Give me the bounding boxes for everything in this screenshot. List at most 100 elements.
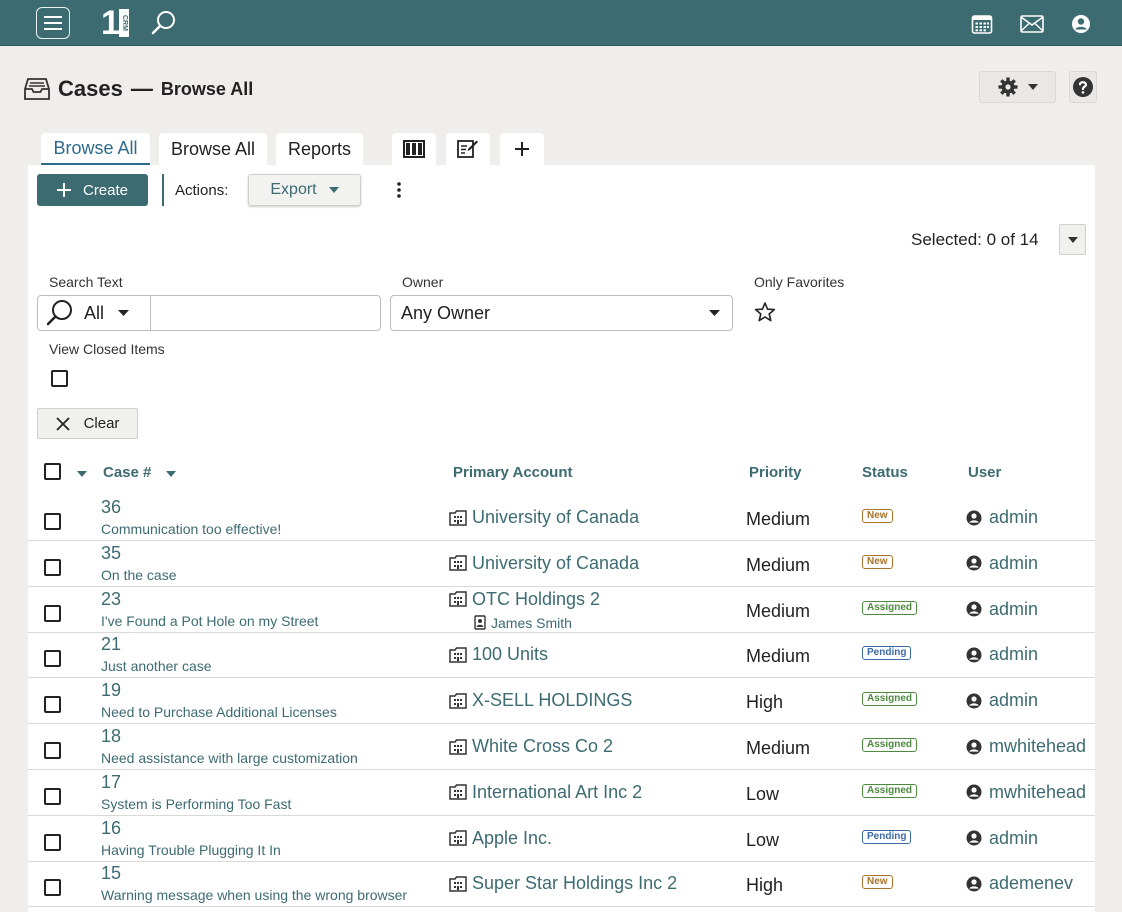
select-all-checkbox[interactable]: [44, 463, 61, 480]
row-checkbox[interactable]: [44, 696, 61, 714]
user-link[interactable]: ademenev: [966, 873, 1073, 894]
table-row[interactable]: 18 Need assistance with large customizati…: [28, 724, 1095, 770]
cases-inbox-icon: [24, 78, 50, 100]
column-header-primary-account[interactable]: Primary Account: [453, 464, 572, 481]
sort-desc-icon[interactable]: [166, 471, 176, 477]
user-link[interactable]: mwhitehead: [966, 782, 1086, 803]
row-checkbox[interactable]: [44, 513, 61, 530]
app-logo[interactable]: 1 CRM: [98, 6, 132, 40]
help-button[interactable]: [1069, 71, 1097, 103]
case-number-link[interactable]: 16: [101, 818, 121, 839]
column-header-user[interactable]: User: [968, 464, 1001, 481]
case-number-link[interactable]: 23: [101, 589, 121, 610]
account-building-icon: [449, 647, 467, 663]
tab-reports[interactable]: Reports: [276, 133, 363, 165]
column-header-status[interactable]: Status: [862, 464, 908, 481]
table-row[interactable]: 35 On the case University of Canada Medium N…: [28, 541, 1095, 587]
create-button[interactable]: Create: [37, 174, 148, 206]
case-subject-link[interactable]: Just another case: [101, 658, 212, 674]
account-link[interactable]: White Cross Co 2: [449, 736, 613, 757]
account-link[interactable]: International Art Inc 2: [449, 782, 642, 803]
kebab-menu-icon: [397, 182, 401, 198]
clear-filters-button[interactable]: Clear: [37, 408, 138, 439]
case-subject-link[interactable]: On the case: [101, 567, 177, 583]
user-link[interactable]: admin: [966, 828, 1038, 849]
account-link[interactable]: X-SELL HOLDINGS: [449, 690, 632, 711]
case-subject-link[interactable]: I've Found a Pot Hole on my Street: [101, 613, 318, 629]
case-number-link[interactable]: 19: [101, 680, 121, 701]
user-link[interactable]: admin: [966, 599, 1038, 620]
calendar-button[interactable]: [968, 10, 996, 38]
user-link[interactable]: admin: [966, 690, 1038, 711]
table-row[interactable]: 36 Communication too effective! University…: [28, 495, 1095, 541]
account-name: University of Canada: [472, 507, 640, 527]
star-outline-icon[interactable]: [754, 301, 776, 323]
table-row[interactable]: 21 Just another case 100 Units Medium Pendin…: [28, 632, 1095, 679]
account-link[interactable]: University of Canada: [449, 553, 639, 574]
account-link[interactable]: Apple Inc.: [449, 828, 552, 849]
more-actions-button[interactable]: [392, 178, 406, 202]
settings-dropdown-button[interactable]: [979, 71, 1056, 103]
mail-button[interactable]: [1017, 10, 1047, 38]
case-subject-link[interactable]: System is Performing Too Fast: [101, 796, 291, 812]
case-number-link[interactable]: 17: [101, 772, 121, 793]
account-name: Super Star Holdings Inc 2: [472, 873, 678, 894]
view-closed-items-checkbox[interactable]: [51, 370, 68, 387]
tab-add[interactable]: [500, 133, 544, 165]
user-link[interactable]: admin: [966, 553, 1038, 574]
owner-select[interactable]: Any Owner: [390, 295, 733, 331]
hamburger-menu-button[interactable]: [36, 7, 70, 39]
contact-link[interactable]: James Smith: [474, 615, 572, 631]
case-subject-link[interactable]: Warning message when using the wrong bro…: [101, 887, 407, 903]
create-button-label: Create: [82, 181, 129, 199]
user-link[interactable]: admin: [966, 507, 1038, 528]
table-row[interactable]: 15 Warning message when using the wrong b…: [28, 861, 1095, 908]
status-badge: Pending: [862, 646, 912, 661]
global-search-button[interactable]: [150, 9, 178, 37]
case-number-link[interactable]: 36: [101, 497, 121, 518]
column-header-priority[interactable]: Priority: [749, 464, 802, 481]
account-link[interactable]: University of Canada: [449, 507, 639, 528]
column-header-case-number[interactable]: Case #: [103, 464, 151, 481]
case-number-link[interactable]: 35: [101, 543, 121, 564]
tab-columns-view[interactable]: [392, 133, 436, 165]
account-link[interactable]: OTC Holdings 2: [449, 589, 600, 610]
row-checkbox[interactable]: [44, 742, 61, 759]
case-subject-link[interactable]: Need assistance with large customization: [101, 750, 358, 766]
search-scope-dropdown[interactable]: All: [38, 296, 151, 330]
row-checkbox[interactable]: [44, 604, 61, 622]
tab-browse-all[interactable]: Browse All: [159, 133, 267, 165]
tab-browse-all-active[interactable]: Browse All: [41, 133, 150, 165]
case-number-link[interactable]: 21: [101, 634, 121, 655]
page-title: Cases: [58, 76, 123, 101]
user-account-button[interactable]: [1067, 10, 1095, 38]
priority-value: High: [746, 875, 784, 896]
case-subject-link[interactable]: Communication too effective!: [101, 521, 281, 537]
table-row[interactable]: 16 Having Trouble Plugging It In Apple Inc…: [28, 816, 1095, 862]
case-number-link[interactable]: 15: [101, 863, 121, 884]
priority-value: Medium: [746, 554, 811, 575]
account-link[interactable]: Super Star Holdings Inc 2: [449, 873, 677, 894]
account-link[interactable]: 100 Units: [449, 644, 548, 665]
user-name: admin: [989, 827, 1039, 848]
row-checkbox[interactable]: [44, 558, 61, 576]
export-dropdown-button[interactable]: Export: [248, 174, 361, 206]
table-row[interactable]: 17 System is Performing Too Fast Internati…: [28, 770, 1095, 816]
user-link[interactable]: admin: [966, 644, 1038, 665]
case-number-link[interactable]: 18: [101, 726, 121, 747]
plus-icon: [515, 142, 529, 156]
select-options-caret-icon[interactable]: [77, 471, 87, 477]
tab-edit-layout[interactable]: [446, 133, 490, 165]
row-checkbox[interactable]: [44, 879, 61, 897]
table-row[interactable]: 19 Need to Purchase Additional Licenses X-…: [28, 678, 1095, 725]
table-row[interactable]: 23 I've Found a Pot Hole on my Street OTC …: [28, 587, 1095, 633]
row-checkbox[interactable]: [44, 833, 61, 851]
row-checkbox[interactable]: [44, 787, 61, 805]
case-subject-link[interactable]: Having Trouble Plugging It In: [101, 842, 281, 858]
selection-dropdown-button[interactable]: [1059, 224, 1086, 255]
account-building-icon: [449, 555, 467, 572]
user-link[interactable]: mwhitehead: [966, 736, 1086, 757]
search-input[interactable]: [152, 296, 380, 330]
case-subject-link[interactable]: Need to Purchase Additional Licenses: [101, 704, 337, 720]
row-checkbox[interactable]: [44, 650, 61, 668]
